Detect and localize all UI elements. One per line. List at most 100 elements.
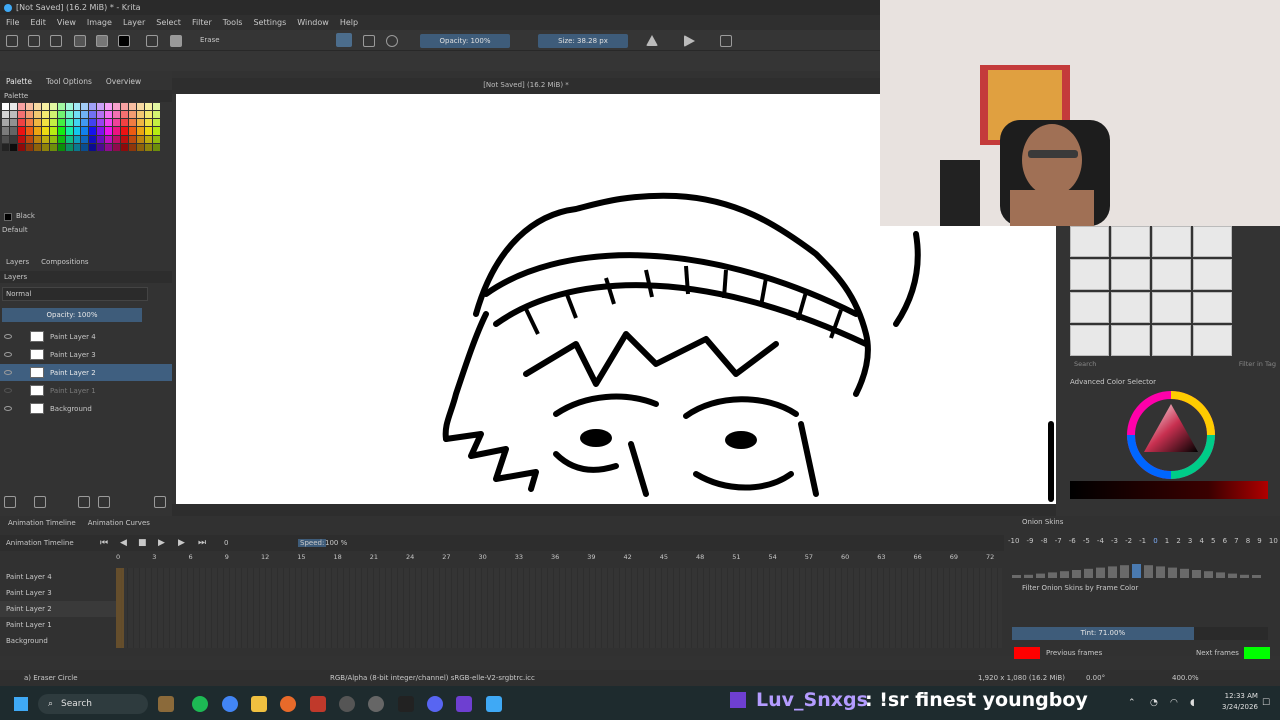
palette-swatch[interactable] xyxy=(97,103,105,111)
onion-opacity-bar[interactable] xyxy=(1192,570,1201,578)
timeline-current-frame[interactable] xyxy=(116,568,124,648)
onion-frame-number[interactable]: -8 xyxy=(1041,537,1048,545)
palette-swatch[interactable] xyxy=(121,127,129,135)
steam-icon[interactable] xyxy=(368,696,384,712)
palette-swatch[interactable] xyxy=(81,127,89,135)
palette-swatch[interactable] xyxy=(153,103,160,111)
palette-swatch[interactable] xyxy=(9,103,17,111)
palette-swatch[interactable] xyxy=(9,135,17,143)
palette-grid[interactable] xyxy=(2,103,160,151)
palette-swatch[interactable] xyxy=(129,111,137,119)
palette-swatch[interactable] xyxy=(9,143,17,151)
timeline-layer-row-active[interactable]: Paint Layer 2 xyxy=(0,601,120,617)
onion-opacity-bar[interactable] xyxy=(1228,573,1237,578)
palette-swatch[interactable] xyxy=(113,119,121,127)
menu-window[interactable]: Window xyxy=(297,18,329,27)
windows-start-icon[interactable] xyxy=(14,697,28,711)
palette-swatch[interactable] xyxy=(105,143,113,151)
mirror-horizontal-icon[interactable] xyxy=(646,35,658,46)
palette-swatch[interactable] xyxy=(73,143,81,151)
onion-frame-number[interactable]: -7 xyxy=(1055,537,1062,545)
palette-swatch[interactable] xyxy=(65,143,73,151)
onion-frame-number[interactable]: 10 xyxy=(1269,537,1278,545)
preserve-alpha-icon[interactable] xyxy=(363,35,375,47)
palette-swatch[interactable] xyxy=(2,127,9,135)
palette-swatch[interactable] xyxy=(113,127,121,135)
wrap-around-icon[interactable] xyxy=(720,35,732,47)
reload-preset-icon[interactable] xyxy=(386,35,398,47)
palette-swatch[interactable] xyxy=(137,119,145,127)
layer-row[interactable]: Paint Layer 3 xyxy=(0,346,172,363)
onion-frame-number[interactable]: -2 xyxy=(1125,537,1132,545)
palette-swatch[interactable] xyxy=(121,111,129,119)
onion-frame-number[interactable]: -4 xyxy=(1097,537,1104,545)
onion-frame-number[interactable]: 3 xyxy=(1188,537,1192,545)
palette-swatch[interactable] xyxy=(25,103,33,111)
blend-mode-select[interactable]: Normal xyxy=(2,287,148,301)
onion-frame-number[interactable]: 0 xyxy=(1153,537,1157,545)
palette-swatch[interactable] xyxy=(65,119,73,127)
palette-swatch[interactable] xyxy=(25,127,33,135)
palette-swatch[interactable] xyxy=(25,111,33,119)
onion-opacity-bar[interactable] xyxy=(1072,570,1081,578)
palette-swatch[interactable] xyxy=(129,119,137,127)
filter-in-tag-checkbox[interactable]: Filter in Tag xyxy=(1239,360,1276,372)
firefox-icon[interactable] xyxy=(280,696,296,712)
palette-swatch[interactable] xyxy=(145,143,153,151)
palette-swatch[interactable] xyxy=(137,135,145,143)
palette-swatch[interactable] xyxy=(137,127,145,135)
status-rotation[interactable]: 0.00° xyxy=(1086,670,1105,686)
visibility-eye-icon[interactable] xyxy=(4,370,12,375)
palette-swatch[interactable] xyxy=(89,111,97,119)
opacity-slider[interactable]: Opacity: 100% xyxy=(420,34,510,48)
palette-swatch[interactable] xyxy=(25,119,33,127)
pattern-icon[interactable] xyxy=(74,35,86,47)
palette-swatch[interactable] xyxy=(57,135,65,143)
layer-opacity-slider[interactable]: Opacity: 100% xyxy=(2,308,142,322)
palette-swatch[interactable] xyxy=(129,127,137,135)
brush-preset-item[interactable] xyxy=(1193,292,1232,323)
palette-swatch[interactable] xyxy=(105,119,113,127)
palette-swatch[interactable] xyxy=(97,127,105,135)
palette-swatch[interactable] xyxy=(2,111,9,119)
timeline-frame-grid[interactable] xyxy=(116,568,1002,648)
palette-swatch[interactable] xyxy=(73,111,81,119)
palette-swatch[interactable] xyxy=(81,143,89,151)
palette-swatch[interactable] xyxy=(17,135,25,143)
palette-swatch[interactable] xyxy=(65,127,73,135)
palette-swatch[interactable] xyxy=(153,119,160,127)
tab-animation-curves[interactable]: Animation Curves xyxy=(88,519,150,527)
canvas-scrollbar[interactable] xyxy=(172,504,1056,516)
onion-opacity-bar[interactable] xyxy=(1048,572,1057,578)
palette-swatch[interactable] xyxy=(153,143,160,151)
palette-swatch[interactable] xyxy=(81,103,89,111)
onion-frame-number[interactable]: -1 xyxy=(1139,537,1146,545)
menu-edit[interactable]: Edit xyxy=(30,18,46,27)
palette-swatch[interactable] xyxy=(41,135,49,143)
palette-swatch[interactable] xyxy=(89,143,97,151)
palette-swatch[interactable] xyxy=(113,111,121,119)
fg-bg-color-icon[interactable] xyxy=(118,35,130,47)
palette-swatch[interactable] xyxy=(129,103,137,111)
visibility-eye-icon[interactable] xyxy=(4,388,12,393)
onion-opacity-bar[interactable] xyxy=(1240,574,1249,578)
onion-opacity-bar[interactable] xyxy=(1024,574,1033,578)
brush-preset-item[interactable] xyxy=(1070,259,1109,290)
palette-swatch[interactable] xyxy=(73,119,81,127)
palette-swatch[interactable] xyxy=(9,127,17,135)
brush-presets-grid[interactable] xyxy=(1070,226,1232,356)
palette-swatch[interactable] xyxy=(49,143,57,151)
palette-swatch[interactable] xyxy=(121,119,129,127)
color-history-bar[interactable] xyxy=(1070,481,1268,499)
onion-opacity-bar[interactable] xyxy=(1144,565,1153,578)
new-document-icon[interactable] xyxy=(6,35,18,47)
palette-swatch[interactable] xyxy=(105,111,113,119)
brush-preset-item[interactable] xyxy=(1070,226,1109,257)
palette-swatch[interactable] xyxy=(145,111,153,119)
onion-opacity-bar[interactable] xyxy=(1120,565,1129,578)
onion-frame-number[interactable]: -9 xyxy=(1027,537,1034,545)
onion-opacity-bar[interactable] xyxy=(1036,573,1045,578)
palette-swatch[interactable] xyxy=(17,111,25,119)
tab-tool-options[interactable]: Tool Options xyxy=(46,77,92,86)
gradient-icon[interactable] xyxy=(96,35,108,47)
